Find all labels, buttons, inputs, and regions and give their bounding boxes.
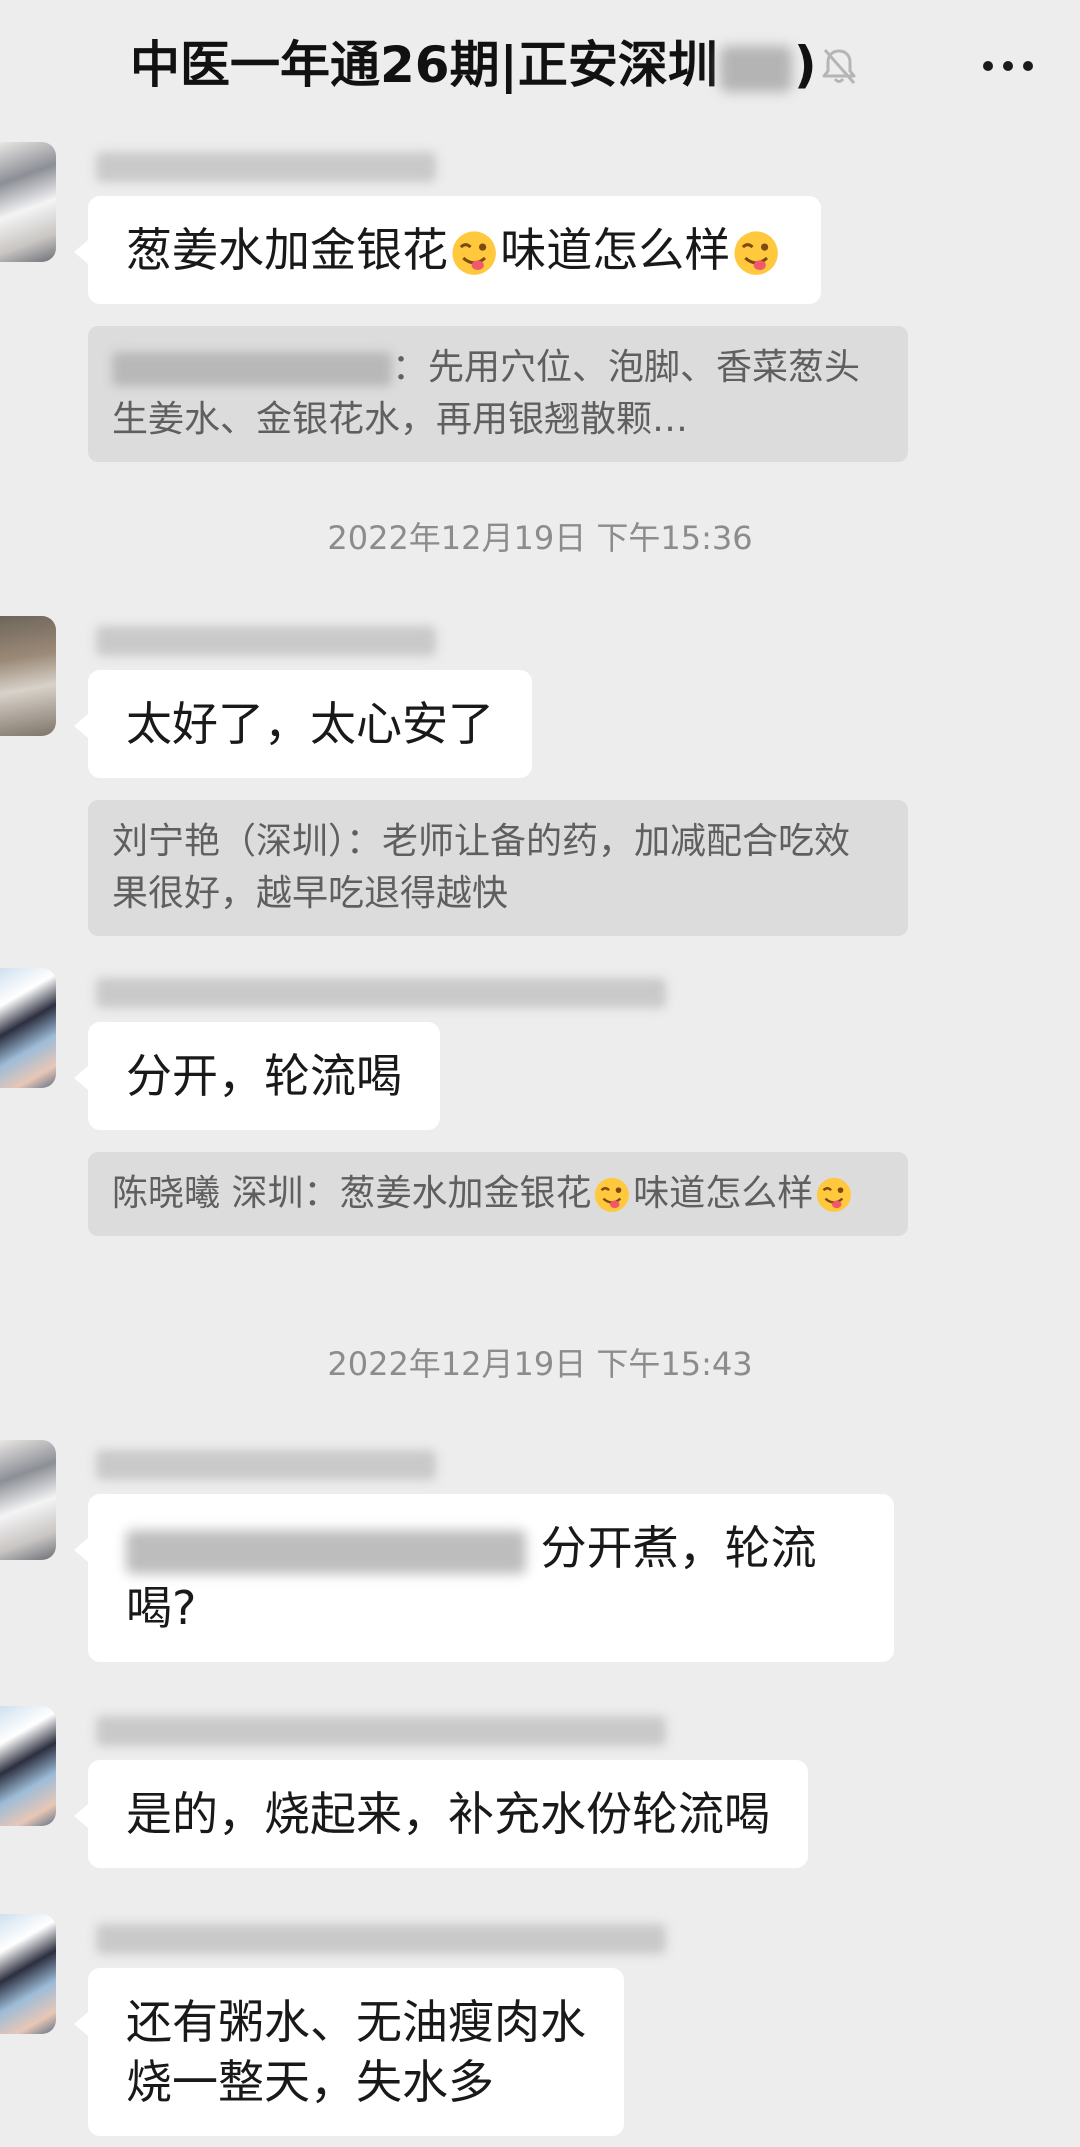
message-text: 太好了，太心安了 [126, 697, 494, 751]
chat-header: 中医一年通26期|正安深圳) [0, 0, 1080, 132]
quoted-message[interactable]: 刘宁艳（深圳）：老师让备的药，加减配合吃效果很好，越早吃退得越快 [88, 800, 908, 936]
message-text: 是的，烧起来，补充水份轮流喝 [126, 1787, 770, 1841]
redacted-sender-name [96, 978, 666, 1008]
redacted-mention [126, 1529, 526, 1574]
redacted-sender-name [96, 1450, 436, 1480]
winking-tongue-emoji-icon [815, 1176, 853, 1214]
chat-title[interactable]: 中医一年通26期|正安深圳) [130, 32, 817, 98]
message-line: 还有粥水、无油瘦肉水 [126, 1995, 586, 2049]
quoted-message[interactable]: ：先用穴位、泡脚、香菜葱头生姜水、金银花水，再用银翘散颗… [88, 326, 908, 462]
more-dots-icon[interactable] [978, 46, 1038, 86]
bell-off-icon [818, 45, 860, 87]
redacted-quote-sender [112, 352, 392, 386]
quote-text: 葱姜水加金银花 [339, 1173, 592, 1214]
avatar[interactable] [0, 1914, 56, 2034]
quote-sender: 陈晓曦 深圳： [112, 1173, 340, 1214]
chat-title-text: 中医一年通26期|正安深圳 [130, 36, 718, 94]
quote-sender: 刘宁艳（深圳）： [112, 821, 383, 862]
avatar[interactable] [0, 1440, 56, 1560]
redacted-sender-name [96, 152, 436, 182]
message-bubble[interactable]: 葱姜水加金银花 味道怎么样 [74, 196, 821, 304]
timestamp: 2022年12月19日 下午15:43 [327, 1345, 753, 1383]
message-text: 分开，轮流喝 [126, 1049, 402, 1103]
message-text: 味道怎么样 [500, 223, 731, 277]
redacted-sender-name [96, 626, 436, 656]
winking-tongue-emoji-icon [732, 229, 780, 277]
timestamp: 2022年12月19日 下午15:36 [327, 519, 753, 557]
winking-tongue-emoji-icon [593, 1176, 631, 1214]
message-bubble[interactable]: 还有粥水、无油瘦肉水 烧一整天，失水多 [74, 1968, 624, 2136]
message-bubble[interactable]: 分开，轮流喝 [74, 1022, 440, 1130]
winking-tongue-emoji-icon [450, 229, 498, 277]
chat-title-close: ) [793, 36, 817, 94]
message-bubble[interactable]: 太好了，太心安了 [74, 670, 532, 778]
quoted-message[interactable]: 陈晓曦 深圳：葱姜水加金银花 味道怎么样 [88, 1152, 908, 1236]
avatar[interactable] [0, 616, 56, 736]
message-bubble[interactable]: 是的，烧起来，补充水份轮流喝 [74, 1760, 808, 1868]
redacted-title-part [719, 45, 792, 92]
avatar[interactable] [0, 1706, 56, 1826]
message-bubble[interactable]: 分开煮，轮流喝? [74, 1494, 894, 1662]
quote-text: 味道怎么样 [633, 1173, 814, 1214]
redacted-sender-name [96, 1716, 666, 1746]
message-line: 烧一整天，失水多 [126, 2055, 494, 2109]
avatar[interactable] [0, 968, 56, 1088]
redacted-sender-name [96, 1924, 666, 1954]
avatar[interactable] [0, 142, 56, 262]
message-text: 葱姜水加金银花 [126, 223, 448, 277]
